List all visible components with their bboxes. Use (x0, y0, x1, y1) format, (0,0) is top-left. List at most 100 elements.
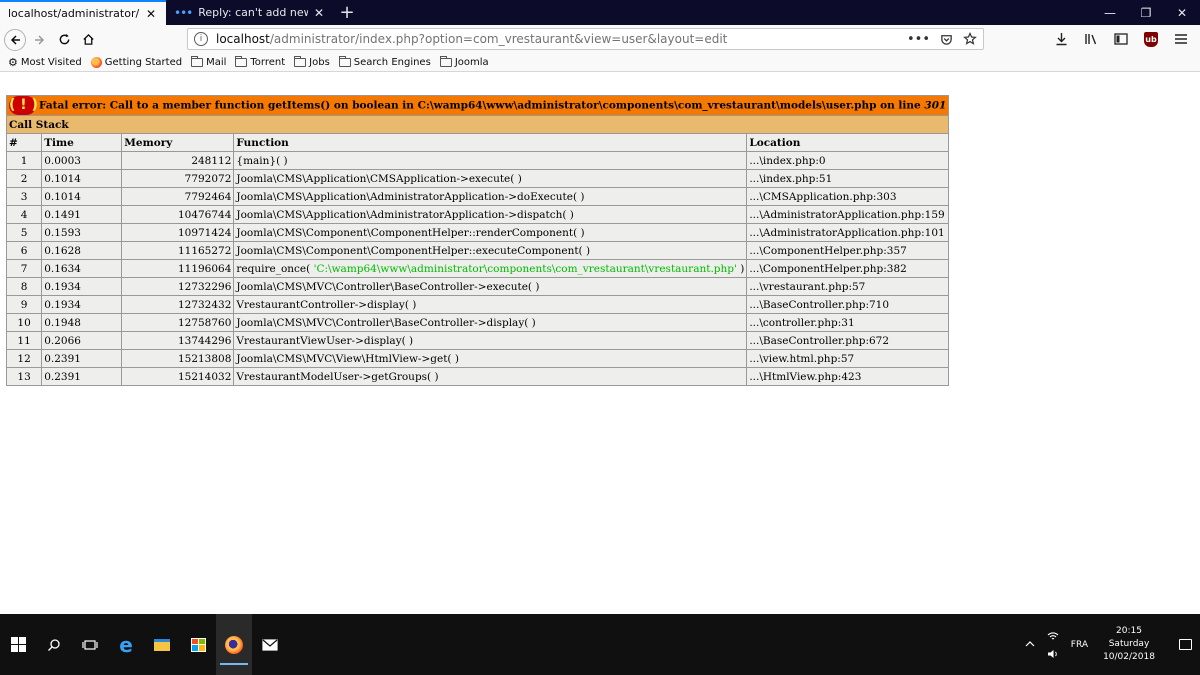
home-button[interactable] (76, 28, 100, 52)
close-window-button[interactable]: ✕ (1164, 0, 1200, 25)
forward-arrow-icon (35, 34, 45, 45)
clock-day: Saturday (1108, 639, 1150, 649)
bookmark-mail[interactable]: Mail (191, 56, 227, 68)
taskbar-edge[interactable]: e (108, 614, 144, 675)
reload-button[interactable] (52, 28, 76, 52)
ublock-button[interactable]: ub (1140, 29, 1162, 49)
minimize-button[interactable]: — (1092, 0, 1128, 25)
restore-button[interactable]: ❐ (1128, 0, 1164, 25)
table-row: 10 0.1948 12758760 Joomla\CMS\MVC\Controlle… (5, 313, 950, 332)
new-tab-button[interactable]: + (334, 0, 360, 25)
menu-button[interactable] (1170, 29, 1192, 49)
stack-function: Joomla\CMS\Application\AdministratorAppl… (233, 205, 748, 224)
sidebar-button[interactable] (1110, 29, 1132, 49)
table-row: 4 0.1491 10476744 Joomla\CMS\Application\Ad… (5, 205, 950, 224)
loading-icon: ••• (174, 5, 193, 20)
file-explorer-icon (154, 638, 170, 651)
stack-time: 0.2391 (41, 349, 123, 368)
table-row: 2 0.1014 7792072 Joomla\CMS\Application\CMS… (5, 169, 950, 188)
stack-time: 0.1934 (41, 277, 123, 296)
task-view-icon (82, 639, 98, 650)
windows-taskbar: e FRA 20:15 Saturday 10/02/2018 (0, 614, 1200, 675)
stack-memory: 12732296 (121, 277, 235, 296)
start-button[interactable] (0, 614, 36, 675)
site-info-icon[interactable]: i (194, 32, 208, 46)
chevron-up-icon (1025, 640, 1035, 646)
library-button[interactable] (1080, 29, 1102, 49)
bookmark-joomla[interactable]: Joomla (439, 56, 489, 68)
back-button[interactable] (4, 28, 26, 51)
bookmark-label: Jobs (309, 57, 330, 68)
stack-location: ...\AdministratorApplication.php:159 (746, 205, 950, 224)
table-row: 13 0.2391 15214032 VrestaurantModelUser->ge… (5, 367, 950, 386)
folder-icon (338, 56, 351, 67)
taskbar-mail[interactable] (252, 614, 288, 675)
stack-time: 0.1593 (41, 223, 123, 242)
bookmark-getting-started[interactable]: Getting Started (90, 57, 182, 68)
stack-number: 2 (5, 169, 43, 188)
volume-icon (1047, 649, 1057, 658)
stack-function: Joomla\CMS\Component\ComponentHelper::ex… (233, 241, 748, 260)
folder-icon (235, 56, 248, 67)
windows-logo-icon (10, 637, 26, 652)
tab-reply[interactable]: ••• Reply: can't add new users in V ✕ (166, 0, 334, 25)
hamburger-menu-icon (1175, 34, 1187, 44)
table-row: 7 0.1634 11196064 require_once( 'C:\wamp64\… (5, 259, 950, 278)
toolbar-right: ub (1050, 29, 1192, 49)
bookmark-most-visited[interactable]: ⚙ Most Visited (8, 56, 82, 69)
input-language[interactable]: FRA (1071, 640, 1088, 650)
table-row: 12 0.2391 15213808 Joomla\CMS\MVC\View\Html… (5, 349, 950, 368)
bookmark-star-icon[interactable] (963, 32, 977, 46)
taskbar-firefox[interactable] (216, 614, 252, 675)
network-volume-group[interactable] (1047, 631, 1059, 659)
table-row: 9 0.1934 12732432 VrestaurantController->di… (5, 295, 950, 314)
call-stack-header-row: # Time Memory Function Location (5, 133, 950, 152)
stack-location: ...\ComponentHelper.php:357 (746, 241, 950, 260)
stack-location: ...\HtmlView.php:423 (746, 367, 950, 386)
bookmark-torrent[interactable]: Torrent (235, 56, 285, 68)
tab-label: Reply: can't add new users in V (198, 6, 308, 19)
folder-icon (191, 56, 204, 67)
task-view-button[interactable] (72, 614, 108, 675)
firefox-icon (225, 635, 243, 654)
downloads-button[interactable] (1050, 29, 1072, 49)
address-bar[interactable]: i localhost/administrator/index.php?opti… (187, 28, 984, 50)
pocket-icon[interactable] (940, 33, 953, 46)
stack-function: Joomla\CMS\Component\ComponentHelper::re… (233, 223, 748, 242)
notification-icon (1178, 639, 1192, 650)
column-header-memory: Memory (121, 133, 235, 152)
table-row: 6 0.1628 11165272 Joomla\CMS\Component\Comp… (5, 241, 950, 260)
page-actions-menu-icon[interactable]: ••• (907, 32, 930, 47)
url-path: /administrator/index.php?option=com_vres… (269, 32, 728, 46)
stack-location: ...\CMSApplication.php:303 (746, 187, 950, 206)
action-center-button[interactable] (1170, 614, 1200, 675)
stack-time: 0.2391 (41, 367, 123, 386)
stack-time: 0.0003 (41, 151, 123, 170)
bookmark-label: Mail (206, 57, 227, 68)
column-header-location: Location (746, 133, 950, 152)
function-name: require_once( (236, 262, 314, 275)
stack-location: ...\ComponentHelper.php:382 (746, 259, 950, 278)
stack-memory: 7792072 (121, 169, 235, 188)
stack-number: 3 (5, 187, 43, 206)
forward-button[interactable] (28, 28, 52, 52)
taskbar-store[interactable] (180, 614, 216, 675)
show-hidden-icons-button[interactable] (1025, 640, 1035, 650)
bookmark-jobs[interactable]: Jobs (294, 56, 330, 68)
search-button[interactable] (36, 614, 72, 675)
include-path: 'C:\wamp64\www\administrator\components\… (313, 262, 737, 275)
bookmark-search-engines[interactable]: Search Engines (338, 56, 431, 68)
stack-memory: 13744296 (121, 331, 235, 350)
tab-localhost-admin[interactable]: localhost/administrator/index.php? ✕ (0, 0, 166, 25)
back-arrow-icon (10, 34, 20, 45)
clock[interactable]: 20:15 Saturday 10/02/2018 (1094, 625, 1164, 664)
url-host: localhost (216, 32, 270, 46)
taskbar-file-explorer[interactable] (144, 614, 180, 675)
stack-memory: 10476744 (121, 205, 235, 224)
stack-number: 1 (5, 151, 43, 170)
function-tail: ) (736, 262, 745, 275)
table-row: 1 0.0003 248112 {main}( ) ...\index.php:0 (5, 151, 950, 170)
close-tab-icon[interactable]: ✕ (144, 7, 158, 21)
close-tab-icon[interactable]: ✕ (312, 6, 326, 20)
error-icon: ( ! ) (9, 96, 38, 115)
